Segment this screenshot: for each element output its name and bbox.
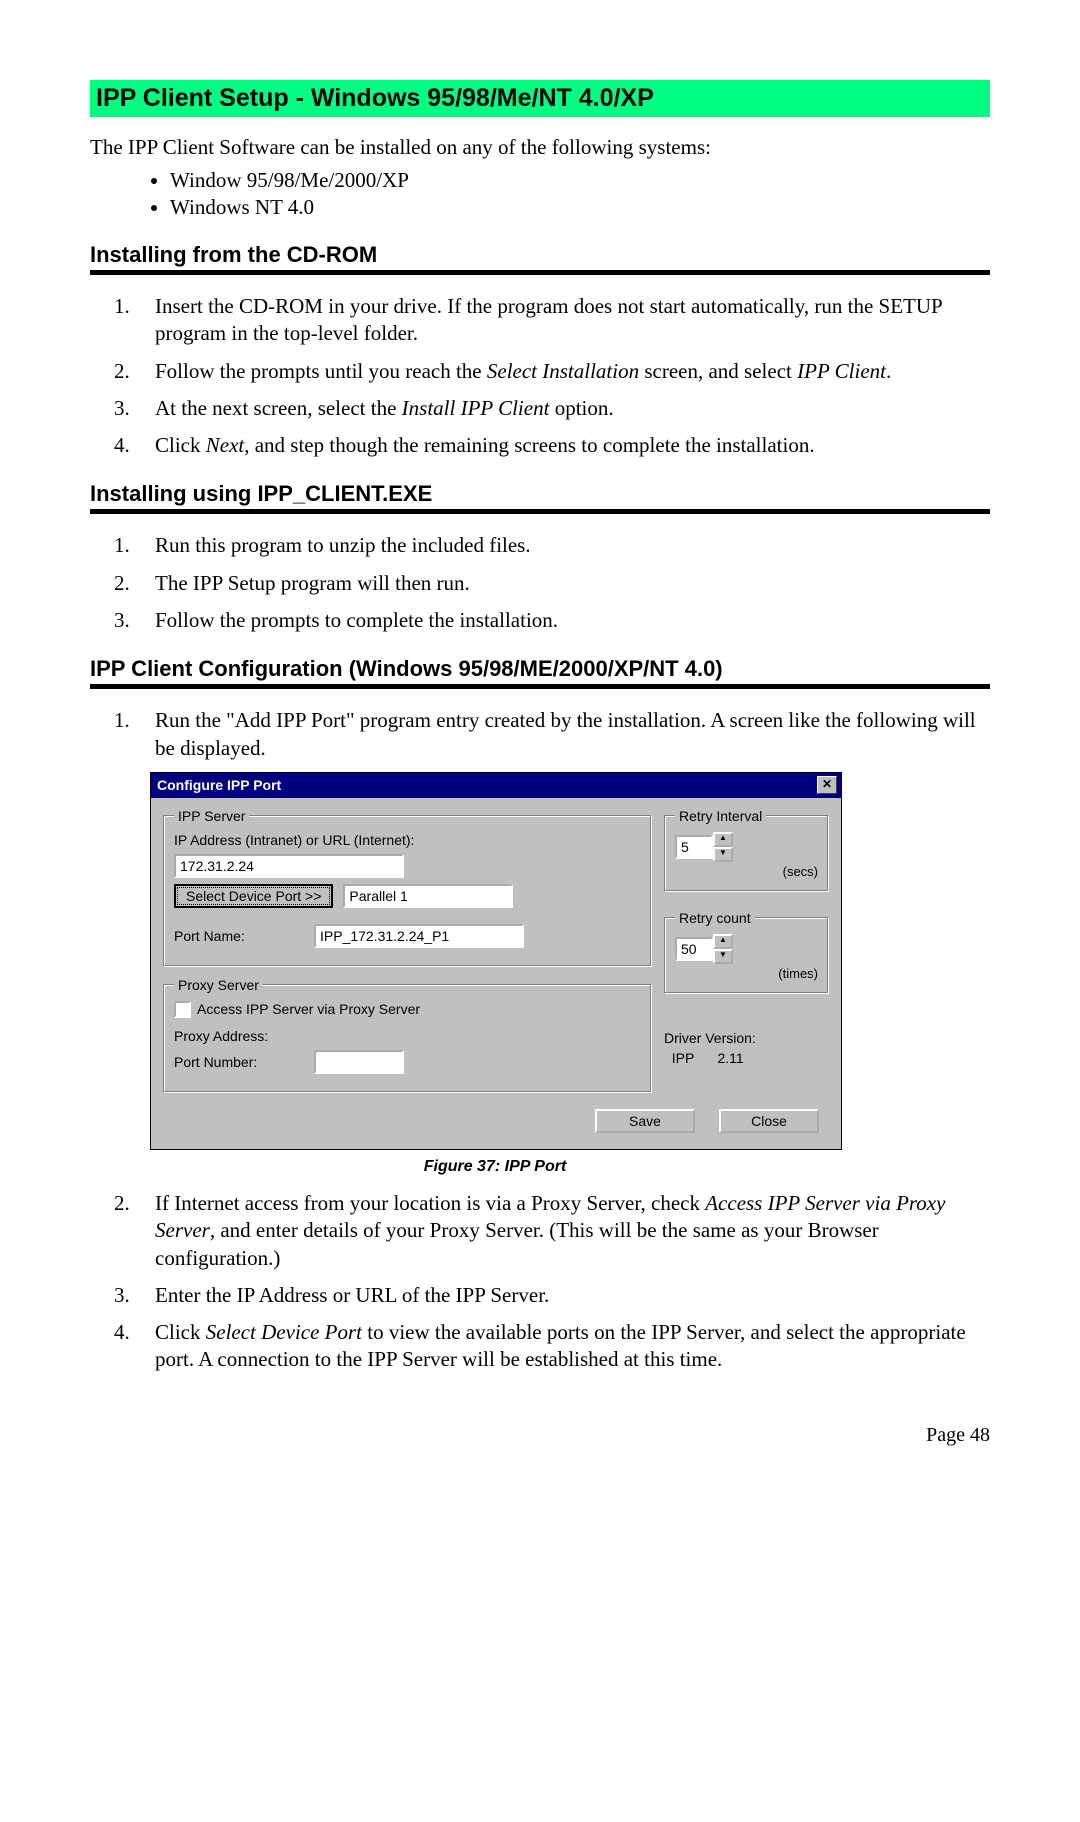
list-item: Run the "Add IPP Port" program entry cre… <box>135 707 990 762</box>
list-item: Windows NT 4.0 <box>170 195 990 220</box>
spin-up-icon[interactable]: ▲ <box>713 934 733 949</box>
text: option. <box>549 396 613 420</box>
divider <box>90 509 990 514</box>
emphasis: Next <box>206 433 244 457</box>
text: Click <box>155 433 206 457</box>
intro-text: The IPP Client Software can be installed… <box>90 135 990 160</box>
text: Follow the prompts until you reach the <box>155 359 487 383</box>
cdrom-steps: Insert the CD-ROM in your drive. If the … <box>90 293 990 459</box>
list-item: Insert the CD-ROM in your drive. If the … <box>135 293 990 348</box>
group-label: Retry Interval <box>675 808 766 824</box>
dialog-titlebar[interactable]: Configure IPP Port ✕ <box>151 773 841 798</box>
config-steps: Run the "Add IPP Port" program entry cre… <box>90 707 990 762</box>
proxy-server-group: Proxy Server Access IPP Server via Proxy… <box>163 977 652 1093</box>
save-button[interactable]: Save <box>595 1109 695 1133</box>
proxy-port-input[interactable] <box>314 1050 404 1074</box>
emphasis: Install IPP Client <box>402 396 550 420</box>
proxy-port-label: Port Number: <box>174 1054 304 1070</box>
close-button[interactable]: Close <box>719 1109 819 1133</box>
list-item: Click Select Device Port to view the ava… <box>135 1319 990 1374</box>
page-number: Page 48 <box>90 1424 990 1447</box>
driver-version-label: Driver Version: <box>664 1030 829 1046</box>
retry-count-group: Retry count ▲ ▼ (times) <box>664 910 829 994</box>
device-port-input[interactable] <box>343 884 513 908</box>
port-name-label: Port Name: <box>174 928 304 944</box>
dialog-figure: Configure IPP Port ✕ IPP Server IP Addre… <box>150 772 990 1150</box>
dialog-title: Configure IPP Port <box>157 777 281 793</box>
driver-name: IPP <box>672 1050 694 1066</box>
select-device-port-button[interactable]: Select Device Port >> <box>174 884 333 908</box>
exe-steps: Run this program to unzip the included f… <box>90 532 990 634</box>
ip-address-input[interactable] <box>174 854 404 878</box>
text: If Internet access from your location is… <box>155 1191 705 1215</box>
unit-label: (secs) <box>675 864 818 879</box>
list-item: Click Next, and step though the remainin… <box>135 432 990 459</box>
proxy-address-label: Proxy Address: <box>174 1028 304 1044</box>
driver-version-block: Driver Version: IPP 2.11 <box>664 1030 829 1066</box>
retry-interval-input[interactable] <box>675 835 713 859</box>
section-heading-cdrom: Installing from the CD-ROM <box>90 242 990 268</box>
spin-down-icon[interactable]: ▼ <box>713 949 733 964</box>
ip-label: IP Address (Intranet) or URL (Internet): <box>174 832 641 848</box>
list-item: At the next screen, select the Install I… <box>135 395 990 422</box>
close-icon[interactable]: ✕ <box>817 776 837 794</box>
divider <box>90 684 990 689</box>
config-steps-continued: If Internet access from your location is… <box>90 1190 990 1374</box>
retry-interval-group: Retry Interval ▲ ▼ (secs) <box>664 808 829 892</box>
os-list: Window 95/98/Me/2000/XP Windows NT 4.0 <box>90 168 990 220</box>
unit-label: (times) <box>675 966 818 981</box>
emphasis: Select Installation <box>487 359 639 383</box>
list-item: Follow the prompts until you reach the S… <box>135 358 990 385</box>
divider <box>90 270 990 275</box>
main-heading: IPP Client Setup - Windows 95/98/Me/NT 4… <box>90 80 990 117</box>
retry-count-input[interactable] <box>675 937 713 961</box>
text: Click <box>155 1320 206 1344</box>
text: , and step though the remaining screens … <box>244 433 814 457</box>
text: screen, and select <box>639 359 797 383</box>
emphasis: Select Device Port <box>206 1320 362 1344</box>
list-item: The IPP Setup program will then run. <box>135 570 990 597</box>
ipp-server-group: IPP Server IP Address (Intranet) or URL … <box>163 808 652 967</box>
port-name-input[interactable] <box>314 924 524 948</box>
group-label: Proxy Server <box>174 977 263 993</box>
emphasis: IPP Client <box>797 359 886 383</box>
list-item: Run this program to unzip the included f… <box>135 532 990 559</box>
proxy-checkbox-label: Access IPP Server via Proxy Server <box>197 1001 420 1017</box>
text: At the next screen, select the <box>155 396 402 420</box>
section-heading-exe: Installing using IPP_CLIENT.EXE <box>90 481 990 507</box>
group-label: IPP Server <box>174 808 249 824</box>
text: . <box>886 359 891 383</box>
list-item: Follow the prompts to complete the insta… <box>135 607 990 634</box>
list-item: Enter the IP Address or URL of the IPP S… <box>135 1282 990 1309</box>
group-label: Retry count <box>675 910 755 926</box>
list-item: If Internet access from your location is… <box>135 1190 990 1272</box>
text: , and enter details of your Proxy Server… <box>155 1218 879 1269</box>
configure-ipp-dialog: Configure IPP Port ✕ IPP Server IP Addre… <box>150 772 842 1150</box>
list-item: Window 95/98/Me/2000/XP <box>170 168 990 193</box>
driver-version-value: 2.11 <box>717 1050 743 1066</box>
figure-caption: Figure 37: IPP Port <box>150 1158 840 1176</box>
spin-down-icon[interactable]: ▼ <box>713 847 733 862</box>
spin-up-icon[interactable]: ▲ <box>713 832 733 847</box>
section-heading-config: IPP Client Configuration (Windows 95/98/… <box>90 656 990 682</box>
proxy-checkbox[interactable] <box>174 1001 191 1018</box>
